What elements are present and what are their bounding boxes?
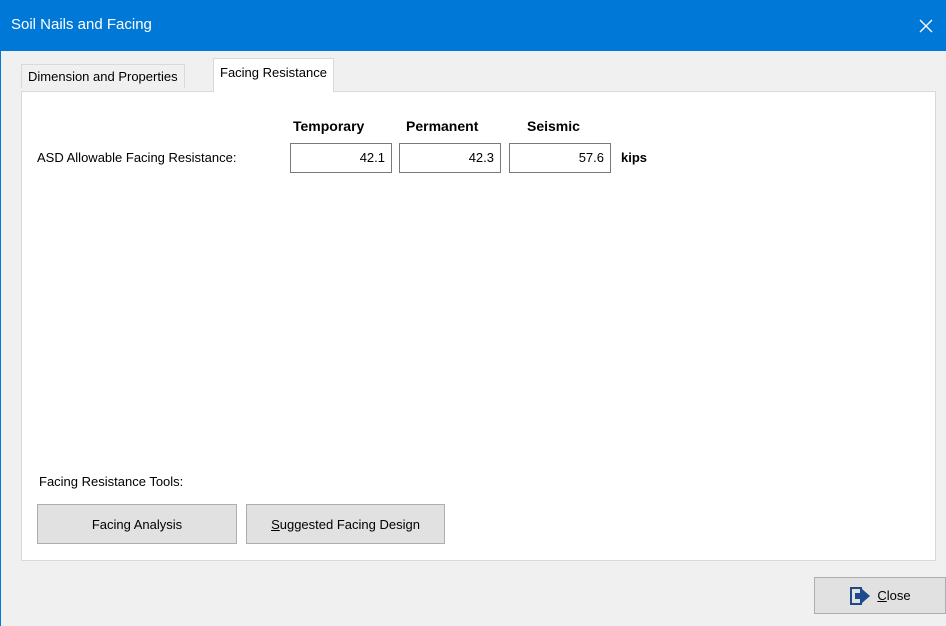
temporary-resistance-field[interactable]: 42.1 [290, 143, 392, 173]
tab-facing-resistance[interactable]: Facing Resistance [213, 58, 334, 92]
column-header-temporary: Temporary [293, 118, 365, 134]
title-bar: Soil Nails and Facing [1, 0, 946, 51]
window-title: Soil Nails and Facing [11, 16, 152, 33]
suggested-facing-design-label: Suggested Facing Design [271, 516, 420, 532]
suggested-facing-design-button[interactable]: Suggested Facing Design [246, 504, 445, 544]
close-button[interactable]: Close [814, 577, 946, 614]
permanent-resistance-field[interactable]: 42.3 [399, 143, 501, 173]
close-label: Close [877, 588, 911, 603]
tools-label: Facing Resistance Tools: [39, 474, 184, 489]
tab-dimension-and-properties[interactable]: Dimension and Properties [21, 64, 185, 88]
facing-analysis-label: Facing Analysis [91, 516, 183, 532]
facing-analysis-button[interactable]: Facing Analysis [37, 504, 237, 544]
close-icon [919, 19, 933, 32]
seismic-resistance-field[interactable]: 57.6 [509, 143, 611, 173]
column-header-seismic: Seismic [527, 118, 580, 134]
dialog-window: Soil Nails and Facing Dimension and Prop… [0, 0, 946, 626]
asd-facing-resistance-label: ASD Allowable Facing Resistance: [37, 150, 237, 165]
unit-label: kips [621, 150, 648, 165]
column-header-permanent: Permanent [406, 118, 479, 134]
window-close-button[interactable] [906, 0, 946, 51]
exit-door-icon [850, 586, 871, 605]
